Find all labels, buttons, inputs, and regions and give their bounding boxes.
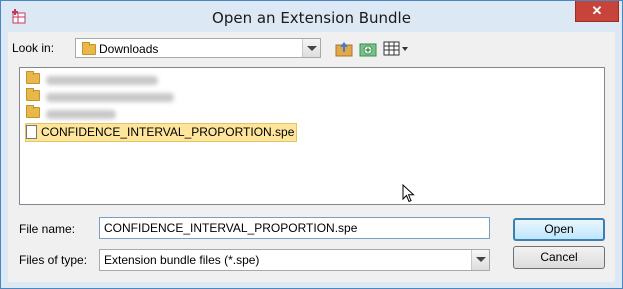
- window-title: Open an Extension Bundle: [212, 9, 411, 27]
- file-name-label: File name:: [19, 222, 76, 236]
- up-folder-icon[interactable]: [335, 40, 353, 57]
- folder-icon: [26, 88, 40, 101]
- redacted-name: [46, 110, 116, 120]
- look-in-combo[interactable]: Downloads: [75, 38, 321, 58]
- folder-icon: [82, 42, 96, 55]
- open-button[interactable]: Open: [513, 218, 605, 241]
- files-of-type-select[interactable]: Extension bundle files (*.spe): [99, 249, 490, 271]
- redacted-name: [46, 76, 158, 86]
- file-icon: [26, 125, 37, 139]
- look-in-label: Look in:: [12, 41, 55, 55]
- file-name-input[interactable]: CONFIDENCE_INTERVAL_PROPORTION.spe: [99, 217, 490, 239]
- list-item-selected[interactable]: CONFIDENCE_INTERVAL_PROPORTION.spe: [25, 123, 298, 142]
- look-in-value: Downloads: [99, 42, 159, 56]
- open-extension-bundle-dialog: Open an Extension Bundle ✕ Look in: Down…: [0, 0, 623, 289]
- chevron-down-icon[interactable]: [471, 250, 489, 270]
- selected-file-name: CONFIDENCE_INTERVAL_PROPORTION.spe: [41, 125, 295, 139]
- list-item[interactable]: [26, 71, 158, 89]
- new-folder-icon[interactable]: [359, 40, 377, 57]
- close-button[interactable]: ✕: [575, 1, 619, 22]
- list-item[interactable]: [26, 88, 174, 106]
- view-menu-icon[interactable]: [383, 40, 409, 57]
- files-of-type-label: Files of type:: [19, 253, 88, 267]
- cancel-button[interactable]: Cancel: [513, 246, 605, 269]
- files-of-type-value: Extension bundle files (*.spe): [104, 253, 260, 267]
- file-list[interactable]: CONFIDENCE_INTERVAL_PROPORTION.spe: [19, 67, 605, 205]
- folder-icon: [26, 71, 40, 84]
- title-bar[interactable]: Open an Extension Bundle ✕: [1, 1, 622, 31]
- redacted-name: [46, 93, 174, 103]
- mouse-cursor-icon: [402, 184, 415, 203]
- list-item[interactable]: [26, 105, 116, 123]
- chevron-down-icon[interactable]: [302, 39, 320, 57]
- folder-icon: [26, 105, 40, 118]
